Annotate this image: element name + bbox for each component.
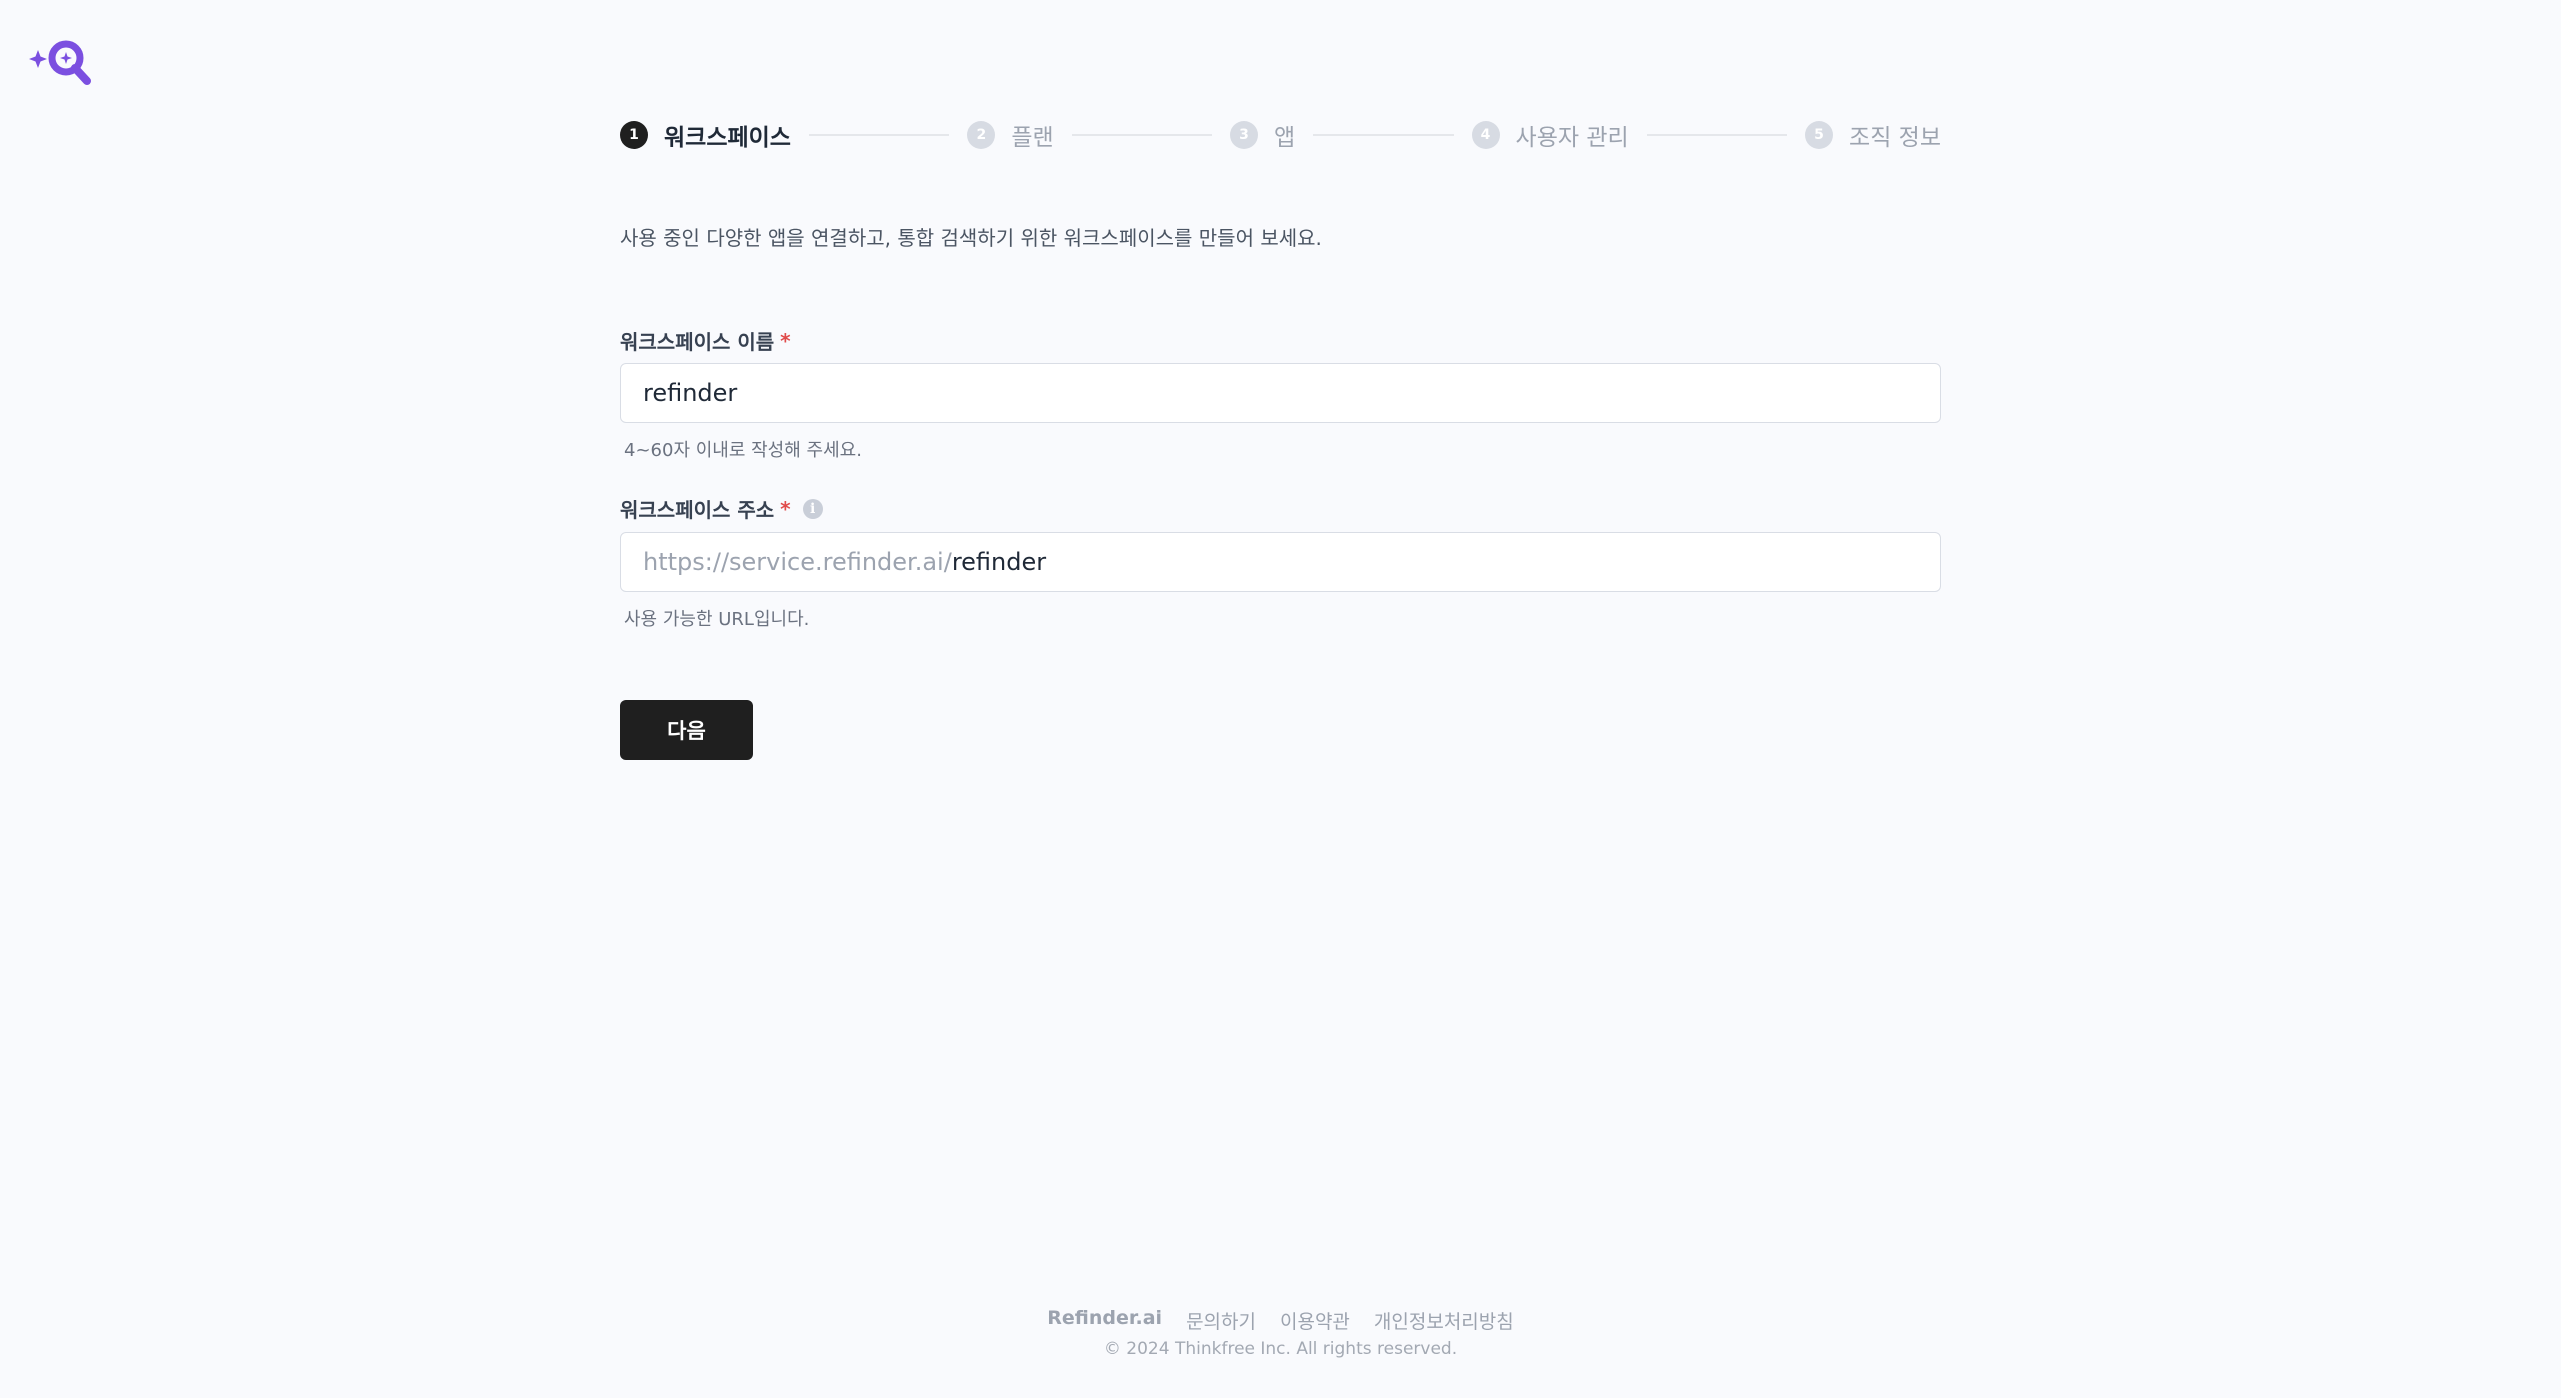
workspace-url-label-text: 워크스페이스 주소	[620, 498, 775, 522]
step-connector	[1313, 134, 1454, 136]
footer-link-refinder[interactable]: Refinder.ai	[1047, 1307, 1162, 1334]
step-label: 사용자 관리	[1515, 125, 1629, 151]
workspace-name-label-text: 워크스페이스 이름	[620, 330, 775, 354]
footer-link-terms[interactable]: 이용약관	[1280, 1307, 1350, 1334]
workspace-url-input[interactable]: https://service.refinder.ai/refinder	[620, 532, 1941, 592]
next-button[interactable]: 다음	[620, 700, 753, 760]
step-connector	[1646, 134, 1788, 136]
step-connector	[808, 134, 950, 136]
footer-links: Refinder.ai 문의하기 이용약관 개인정보처리방침	[0, 1307, 2561, 1334]
required-mark: *	[780, 496, 791, 521]
footer-link-contact[interactable]: 문의하기	[1186, 1307, 1256, 1334]
workspace-url-help: 사용 가능한 URL입니다.	[624, 609, 810, 630]
step-user-management: 4 사용자 관리	[1471, 118, 1629, 152]
step-label: 워크스페이스	[664, 125, 791, 151]
workspace-name-value: refinder	[643, 379, 738, 407]
footer-link-privacy[interactable]: 개인정보처리방침	[1374, 1307, 1514, 1334]
workspace-name-input[interactable]: refinder	[620, 363, 1941, 423]
setup-stepper: 1 워크스페이스 2 플랜 3 앱 4 사용자 관리 5 조직 정보	[620, 118, 1941, 152]
step-label: 조직 정보	[1849, 125, 1941, 151]
step-number: 3	[1230, 121, 1259, 149]
workspace-url-label: 워크스페이스 주소 * i	[620, 494, 823, 523]
step-workspace: 1 워크스페이스	[620, 118, 791, 152]
required-mark: *	[780, 328, 791, 353]
step-organization-info: 5 조직 정보	[1805, 118, 1941, 152]
step-connector	[1071, 134, 1213, 136]
workspace-url-value: refinder	[951, 548, 1047, 576]
step-label: 플랜	[1011, 125, 1054, 151]
step-label: 앱	[1274, 125, 1296, 151]
refinder-logo-icon[interactable]	[28, 36, 92, 86]
step-number: 4	[1471, 121, 1500, 149]
workspace-name-help: 4~60자 이내로 작성해 주세요.	[624, 440, 862, 461]
step-number: 5	[1805, 121, 1834, 149]
step-apps: 3 앱	[1230, 118, 1295, 152]
intro-text: 사용 중인 다양한 앱을 연결하고, 통합 검색하기 위한 워크스페이스를 만들…	[620, 226, 1322, 250]
copyright: © 2024 Thinkfree Inc. All rights reserve…	[1103, 1339, 1458, 1359]
step-plan: 2 플랜	[967, 118, 1054, 152]
workspace-name-label: 워크스페이스 이름 *	[620, 326, 791, 355]
url-prefix: https://service.refinder.ai/	[643, 548, 952, 576]
step-number: 1	[620, 121, 648, 149]
info-icon[interactable]: i	[802, 498, 823, 519]
step-number: 2	[967, 121, 996, 149]
